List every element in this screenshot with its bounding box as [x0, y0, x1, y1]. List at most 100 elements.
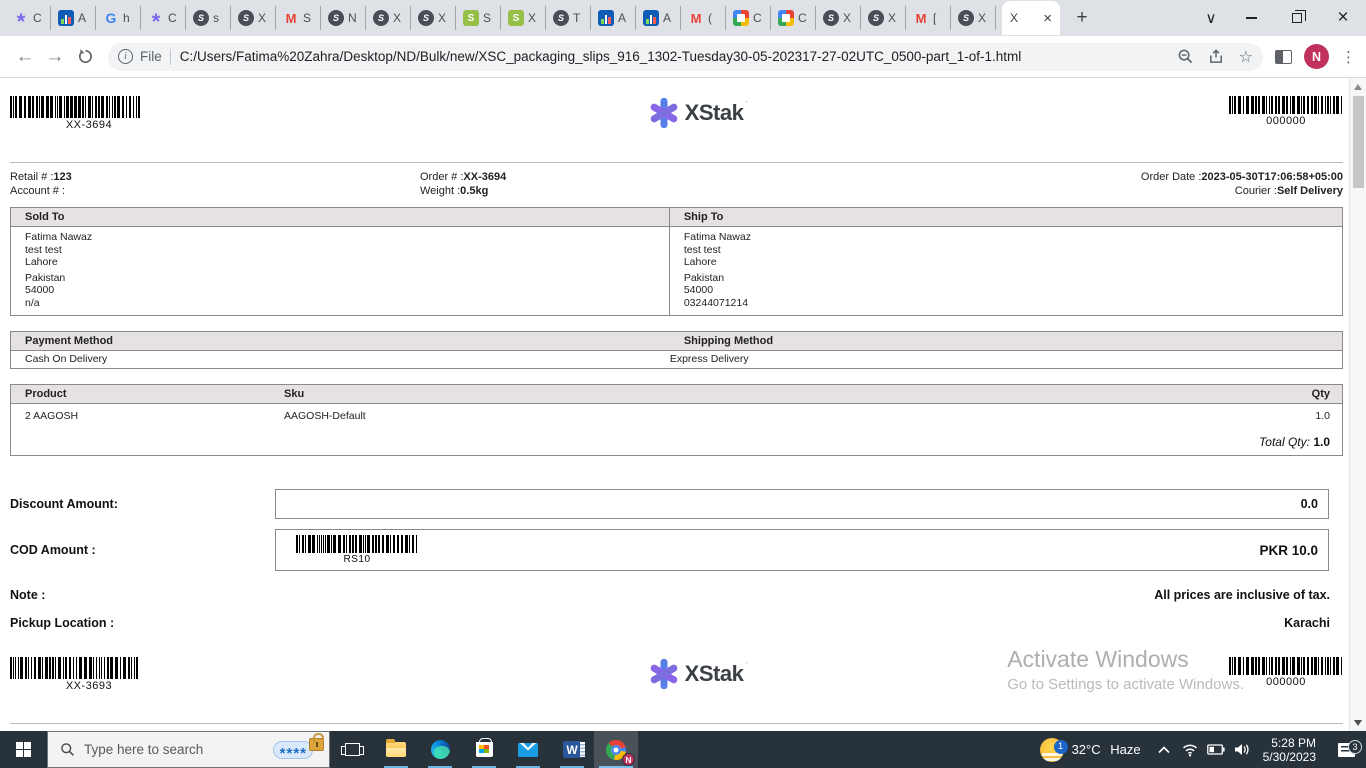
browser-tab[interactable]: SX: [231, 6, 276, 30]
edge-button[interactable]: [418, 731, 462, 768]
scrollbar-thumb[interactable]: [1352, 96, 1364, 188]
browser-tab[interactable]: SX: [501, 6, 546, 30]
scroll-up-arrow[interactable]: [1350, 78, 1366, 95]
browser-tab[interactable]: MS: [276, 6, 321, 30]
word-button[interactable]: W: [550, 731, 594, 768]
side-panel-icon[interactable]: [1275, 49, 1292, 64]
dark-globe-icon: S: [328, 10, 344, 26]
window-close-button[interactable]: ×: [1320, 0, 1366, 36]
browser-menu-icon[interactable]: ⋮: [1341, 48, 1356, 66]
sku-column-header: Sku: [284, 388, 305, 400]
search-placeholder: Type here to search: [84, 742, 204, 757]
new-tab-button[interactable]: +: [1068, 4, 1096, 32]
tab-title: X: [888, 11, 897, 25]
browser-tab[interactable]: * C: [6, 6, 51, 30]
action-center-button[interactable]: 3: [1326, 739, 1366, 757]
tab-title: X: [393, 11, 402, 25]
profile-avatar[interactable]: N: [1304, 44, 1329, 69]
taskbar-search-box[interactable]: Type here to search * * * *: [47, 731, 330, 768]
url-text[interactable]: C:/Users/Fatima%20Zahra/Desktop/ND/Bulk/…: [180, 49, 1169, 64]
wifi-indicator[interactable]: [1177, 743, 1203, 757]
browser-tab[interactable]: * C: [141, 6, 186, 30]
gmail-icon: M: [690, 10, 702, 26]
windows-logo-icon: [15, 741, 32, 758]
tab-title: C: [798, 11, 807, 25]
browser-tab[interactable]: SX: [861, 6, 906, 30]
pickup-label: Pickup Location :: [10, 616, 115, 630]
page-info-icon[interactable]: i: [118, 49, 133, 64]
browser-tab[interactable]: SS: [456, 6, 501, 30]
browser-tab[interactable]: SX: [816, 6, 861, 30]
back-button[interactable]: ←: [10, 42, 40, 72]
tab-title: (: [708, 11, 712, 25]
dark-globe-icon: S: [193, 10, 209, 26]
order-barcode-image: [10, 657, 168, 679]
address-table: Sold To Ship To Fatima Nawaz test test L…: [10, 207, 1343, 316]
browser-tab[interactable]: M[: [906, 6, 951, 30]
browser-tab[interactable]: SX: [366, 6, 411, 30]
weather-widget[interactable]: 1 32°C Haze: [1030, 737, 1151, 762]
battery-indicator[interactable]: [1203, 744, 1229, 755]
browser-tab[interactable]: A: [51, 6, 96, 30]
chrome-button[interactable]: N: [594, 731, 638, 768]
browser-tab[interactable]: SX: [951, 6, 996, 30]
total-qty-label: Total Qty:: [1259, 435, 1310, 449]
xstak-logo: XStak ´: [168, 98, 1229, 128]
sold-to-address: Fatima Nawaz test test Lahore Pakistan 5…: [11, 227, 670, 315]
discount-label: Discount Amount:: [10, 497, 118, 511]
cod-label: COD Amount :: [10, 543, 96, 557]
microsoft-store-button[interactable]: [462, 731, 506, 768]
tab-search-chevron-icon[interactable]: ∨: [1194, 0, 1228, 36]
zoom-out-icon[interactable]: [1177, 48, 1194, 65]
tab-close-icon[interactable]: ×: [1043, 11, 1052, 26]
tray-overflow-chevron[interactable]: [1151, 745, 1177, 754]
task-view-button[interactable]: [330, 731, 374, 768]
note-value: All prices are inclusive of tax.: [1154, 588, 1330, 602]
file-explorer-button[interactable]: [374, 731, 418, 768]
share-icon[interactable]: [1208, 48, 1225, 65]
bookmark-star-icon[interactable]: ☆: [1239, 47, 1253, 67]
window-minimize-button[interactable]: [1228, 0, 1274, 36]
retail-label: Retail # :: [10, 171, 54, 183]
browser-tab[interactable]: SX: [411, 6, 456, 30]
browser-tab[interactable]: SN: [321, 6, 366, 30]
product-table: Product Sku Qty 2 AAGOSH AAGOSH-Default …: [10, 384, 1343, 456]
volume-indicator[interactable]: [1229, 743, 1255, 756]
tab-title: X: [258, 11, 267, 25]
browser-tab[interactable]: M(: [681, 6, 726, 30]
active-tab[interactable]: X ×: [1002, 1, 1060, 35]
courier-value: Self Delivery: [1276, 185, 1343, 197]
shopify-icon: S: [463, 10, 479, 26]
order-number-value: XX-3694: [463, 171, 507, 183]
browser-tab[interactable]: C: [726, 6, 771, 30]
browser-tab-strip: * C A Gh * C Ss S X M S S N S X S X S S S X S T A A M(C C S X S X M[S X …: [0, 0, 1366, 36]
total-qty-row: Total Qty: 1.0: [11, 425, 1342, 455]
packing-slip-2: XX-3693 XStak ´ 000000: [0, 639, 1366, 731]
taskbar-clock[interactable]: 5:28 PM 5/30/2023: [1255, 736, 1326, 764]
browser-tab[interactable]: ST: [546, 6, 591, 30]
window-restore-button[interactable]: [1274, 0, 1320, 36]
tab-title: X: [528, 11, 537, 25]
browser-tab[interactable]: A: [591, 6, 636, 30]
brand-trademark: ´: [745, 661, 749, 671]
mail-button[interactable]: [506, 731, 550, 768]
tab-title: C: [168, 11, 177, 25]
browser-tab[interactable]: Ss: [186, 6, 231, 30]
analytics-icon: [58, 10, 74, 26]
browser-tab[interactable]: C: [771, 6, 816, 30]
reload-button[interactable]: [70, 42, 100, 72]
order-barcode-block: XX-3694: [10, 96, 168, 131]
address-bar[interactable]: i File C:/Users/Fatima%20Zahra/Desktop/N…: [108, 42, 1263, 71]
browser-tab[interactable]: Gh: [96, 6, 141, 30]
scroll-down-arrow[interactable]: [1350, 714, 1366, 731]
discount-value: 0.0: [1300, 497, 1318, 511]
start-button[interactable]: [0, 731, 47, 768]
forward-button[interactable]: →: [40, 42, 70, 72]
payment-method-value: Cash On Delivery: [25, 353, 108, 365]
page-scrollbar[interactable]: [1349, 78, 1366, 731]
cod-row: COD Amount : RS10 PKR 10.0: [10, 529, 1343, 571]
brand-name: XStak: [684, 100, 744, 125]
dark-globe-icon: S: [958, 10, 974, 26]
chrome-profile-badge: N: [622, 753, 635, 766]
browser-tab[interactable]: A: [636, 6, 681, 30]
